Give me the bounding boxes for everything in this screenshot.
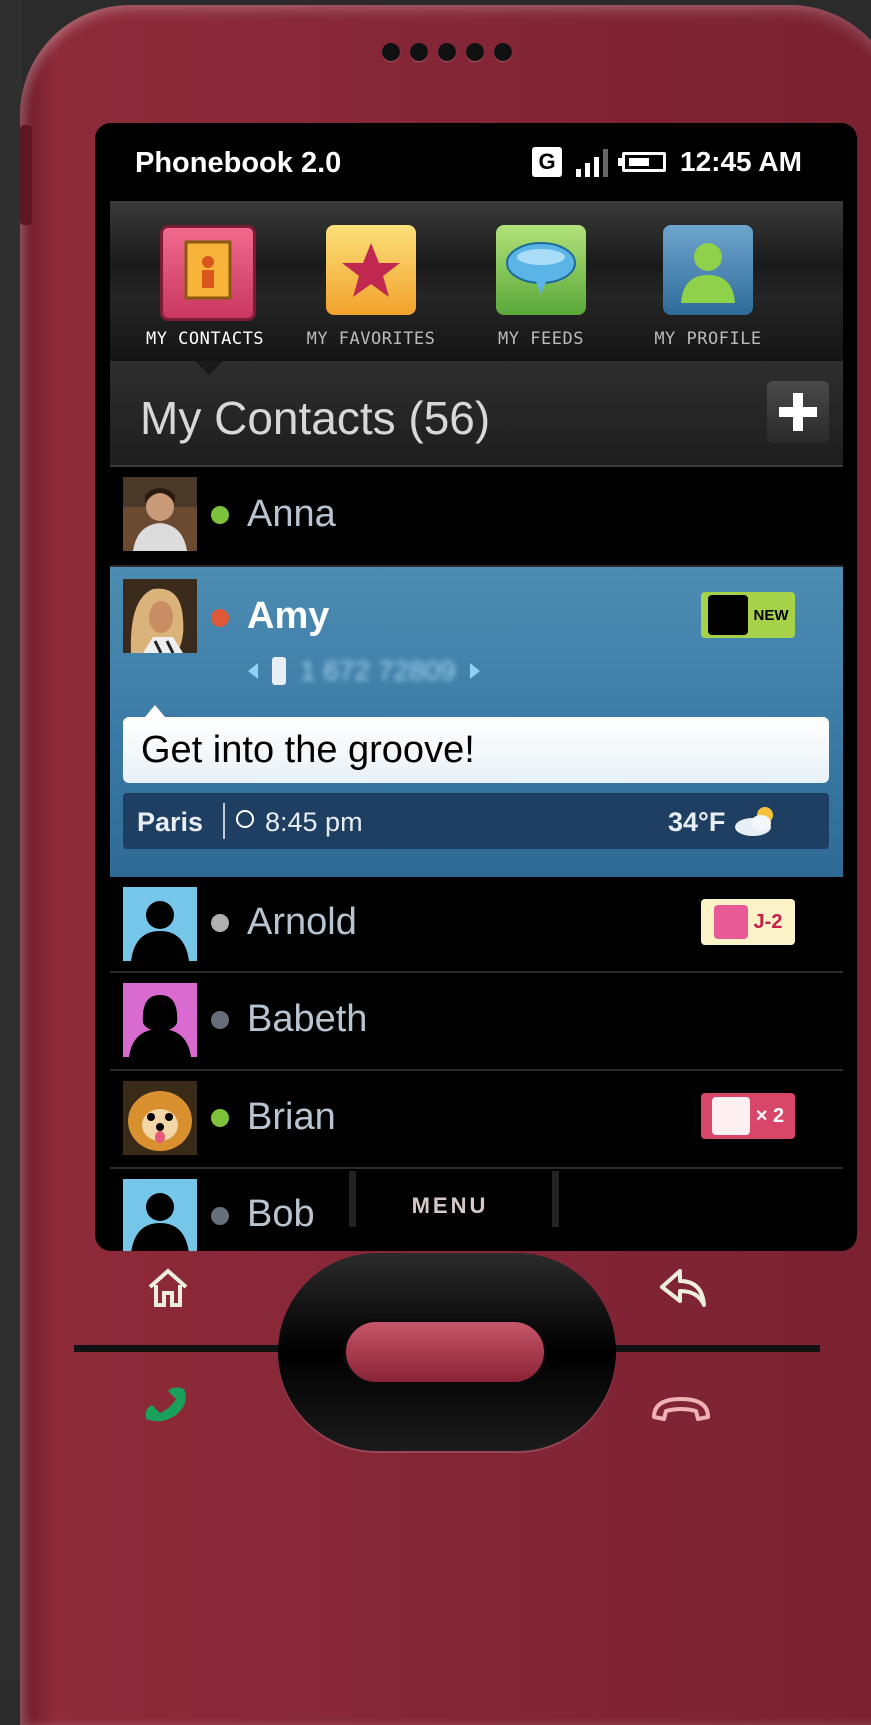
app-title: Phonebook 2.0 [135,147,342,179]
speaker-grille [382,43,512,61]
away-status-icon [211,914,229,932]
offline-status-icon [211,1207,229,1225]
new-feed-badge[interactable]: NEW [701,592,795,638]
status-bar: Phonebook 2.0 G 12:45 AM [95,123,857,201]
contact-city: Paris [137,807,204,837]
previous-arrow-icon[interactable] [248,663,258,679]
next-arrow-icon[interactable] [469,663,480,679]
bubble-pointer [145,705,165,717]
status-icons: G 12:45 AM [532,145,802,179]
birthday-cake-icon [713,905,748,939]
add-contact-button[interactable] [767,381,829,443]
contact-row-arnold[interactable]: Arnold J-2 [110,877,843,973]
offline-status-icon [211,1011,229,1029]
online-status-icon [211,1109,229,1127]
contact-row-anna[interactable]: Anna [110,467,843,567]
phone-number: 1 672 72809 [300,655,456,686]
tab-label: MY FEEDS [498,329,584,349]
contact-row-brian[interactable]: Brian × 2 [110,1071,843,1169]
tab-label: MY PROFILE [654,329,762,349]
mobile-phone-icon [272,657,286,685]
home-icon[interactable] [144,1263,192,1311]
signal-strength-icon [576,147,608,177]
missed-calls-badge[interactable]: × 2 [701,1093,795,1139]
address-book-icon [160,225,256,321]
side-volume-button[interactable] [20,125,32,225]
phone-body: Phonebook 2.0 G 12:45 AM MY CONTACTS MY … [20,5,871,1725]
phone-number-selector[interactable]: 1 672 72809 [248,655,480,687]
status-message: Get into the groove! [123,717,829,783]
clock-icon [236,810,254,828]
tab-bar: MY CONTACTS MY FAVORITES MY FEEDS MY PRO… [110,201,843,361]
status-time: 12:45 AM [680,146,802,177]
avatar [123,579,197,653]
avatar [123,983,197,1057]
birthday-badge[interactable]: J-2 [701,899,795,945]
temperature: 34°F [668,807,726,837]
badge-text: J-2 [753,910,783,933]
call-icon[interactable] [140,1383,196,1427]
contact-name: Babeth [247,998,368,1040]
contact-name: Brian [247,1096,336,1138]
desktop-background [0,0,22,1680]
back-icon[interactable] [656,1263,710,1311]
contact-row-amy-expanded[interactable]: Amy NEW 1 672 72809 Get into the groove!… [110,567,843,877]
tab-my-favorites[interactable]: MY FAVORITES [286,201,456,361]
divider [580,1345,820,1352]
menu-button-label: MENU [411,1193,489,1218]
contact-name: Amy [247,595,330,637]
page-title: My Contacts (56) [140,392,491,444]
tab-label: MY FAVORITES [306,329,436,349]
contact-name: Anna [247,493,336,535]
contact-row-babeth[interactable]: Babeth [110,973,843,1071]
divider [223,803,225,839]
contact-name: Arnold [247,901,357,943]
battery-icon [618,152,666,172]
star-icon [326,225,416,315]
tab-label: MY CONTACTS [145,329,265,349]
speech-bubble-icon [707,595,748,635]
busy-status-icon [211,609,229,627]
missed-call-icon [711,1097,750,1135]
speech-bubble-icon [496,225,586,315]
active-tab-pointer [195,361,223,375]
local-time: 8:45 pm [265,807,363,837]
avatar [123,887,197,961]
contact-name: Bob [247,1193,315,1235]
partly-cloudy-icon [735,807,773,836]
phone-screen: Phonebook 2.0 G 12:45 AM MY CONTACTS MY … [95,123,857,1251]
navigation-pad[interactable] [278,1253,616,1451]
tab-my-profile[interactable]: MY PROFILE [623,201,793,361]
badge-text: × 2 [755,1104,785,1127]
badge-text: NEW [753,606,789,624]
tab-my-contacts[interactable]: MY CONTACTS [120,201,290,361]
contacts-list-header: My Contacts (56) [110,361,843,467]
online-status-icon [211,506,229,524]
network-type-icon: G [532,147,562,177]
avatar [123,1179,197,1251]
avatar [123,1081,197,1155]
avatar [123,477,197,551]
center-select-button[interactable] [343,1319,547,1385]
tab-my-feeds[interactable]: MY FEEDS [456,201,626,361]
location-info-bar: Paris 8:45 pm 34°F [123,793,829,849]
end-call-icon[interactable] [650,1391,712,1427]
person-icon [663,225,753,315]
